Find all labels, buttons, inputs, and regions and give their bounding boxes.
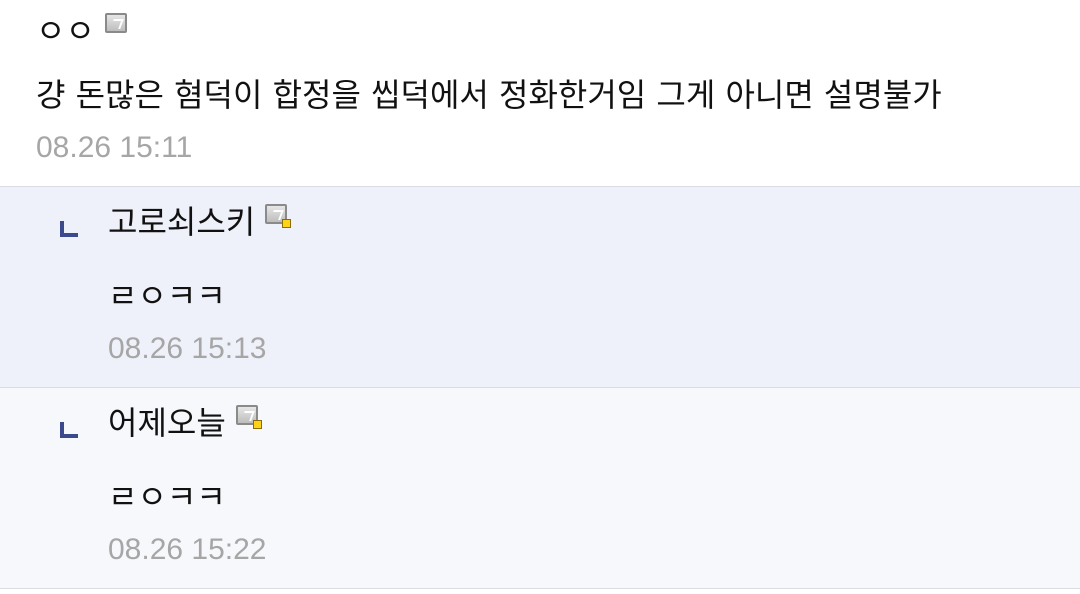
reply-arrow-icon — [60, 422, 78, 438]
reply-author[interactable]: 어제오늘 — [108, 400, 226, 446]
gallery-member-icon — [104, 13, 131, 37]
fixed-nick-member-icon — [235, 405, 262, 429]
reply-item: 어제오늘 ㄹㅇㅋㅋ 08.26 15:22 — [0, 388, 1080, 589]
comment-item: ㅇㅇ 걍 돈많은 혐덕이 합정을 씹덕에서 정화한거임 그게 아니면 설명불가 … — [0, 0, 1080, 187]
reply-author[interactable]: 고로쇠스키 — [108, 199, 255, 245]
reply-arrow-icon — [60, 221, 78, 237]
reply-text: ㄹㅇㅋㅋ — [108, 277, 226, 315]
comment-author[interactable]: ㅇㅇ — [36, 8, 95, 54]
reply-timestamp: 08.26 15:22 — [108, 533, 267, 566]
reply-text: ㄹㅇㅋㅋ — [108, 478, 226, 516]
comment-list: ㅇㅇ 걍 돈많은 혐덕이 합정을 씹덕에서 정화한거임 그게 아니면 설명불가 … — [0, 0, 1080, 594]
comment-timestamp: 08.26 15:11 — [36, 131, 193, 164]
comment-text: 걍 돈많은 혐덕이 합정을 씹덕에서 정화한거임 그게 아니면 설명불가 — [36, 76, 942, 114]
reply-author-line: 고로쇠스키 — [108, 199, 292, 245]
fixed-nick-member-icon — [265, 204, 292, 228]
reply-author-line: 어제오늘 — [108, 400, 262, 446]
reply-item: 고로쇠스키 ㄹㅇㅋㅋ 08.26 15:13 — [0, 187, 1080, 388]
comment-author-line: ㅇㅇ — [36, 8, 131, 54]
reply-timestamp: 08.26 15:13 — [108, 332, 267, 365]
